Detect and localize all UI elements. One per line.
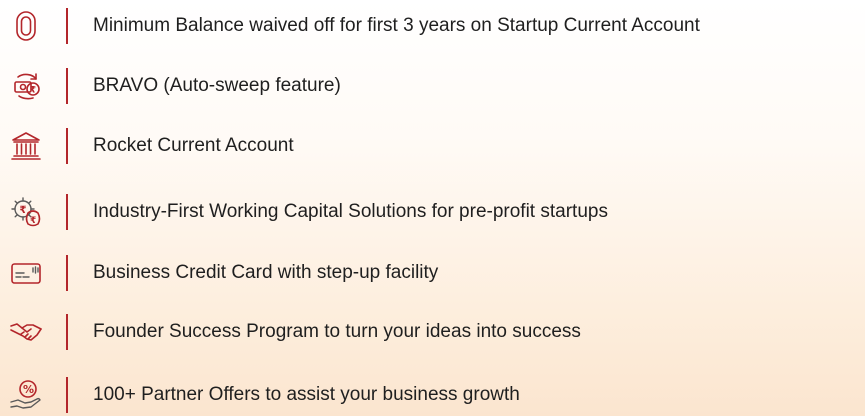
feature-item-partner-offers: % 100+ Partner Offers to assist your bus… (0, 375, 865, 415)
svg-text:%: % (23, 383, 34, 396)
feature-item-rocket-account: Rocket Current Account (0, 126, 865, 166)
feature-item-credit-card: Business Credit Card with step-up facili… (0, 253, 865, 293)
credit-card-icon (8, 255, 44, 291)
feature-text: Minimum Balance waived off for first 3 y… (93, 15, 700, 36)
feature-divider (66, 255, 68, 291)
feature-item-bravo: ₹ BRAVO (Auto-sweep feature) (0, 66, 865, 106)
svg-text:₹: ₹ (30, 216, 36, 226)
feature-item-founder-success: Founder Success Program to turn your ide… (0, 312, 865, 352)
feature-text: Founder Success Program to turn your ide… (93, 321, 581, 342)
feature-item-minimum-balance: Minimum Balance waived off for first 3 y… (0, 6, 865, 46)
svg-text:₹: ₹ (20, 205, 27, 216)
partner-offer-icon: % (8, 377, 44, 413)
feature-text: Rocket Current Account (93, 135, 294, 156)
feature-text: Business Credit Card with step-up facili… (93, 262, 439, 283)
feature-divider (66, 128, 68, 164)
feature-divider (66, 314, 68, 350)
feature-text: 100+ Partner Offers to assist your busin… (93, 384, 520, 405)
feature-text: Industry-First Working Capital Solutions… (93, 201, 608, 222)
feature-divider (66, 194, 68, 230)
feature-divider (66, 377, 68, 413)
feature-divider (66, 68, 68, 104)
feature-text: BRAVO (Auto-sweep feature) (93, 75, 341, 96)
bank-building-icon (8, 128, 44, 164)
handshake-icon (8, 314, 44, 350)
working-capital-icon: ₹ ₹ (8, 194, 44, 230)
feature-list: Minimum Balance waived off for first 3 y… (0, 0, 865, 416)
feature-divider (66, 8, 68, 44)
svg-text:₹: ₹ (30, 86, 36, 96)
zero-balance-icon (8, 8, 44, 44)
feature-item-working-capital: ₹ ₹ Industry-First Working Capital Solut… (0, 192, 865, 232)
auto-sweep-icon: ₹ (8, 68, 44, 104)
